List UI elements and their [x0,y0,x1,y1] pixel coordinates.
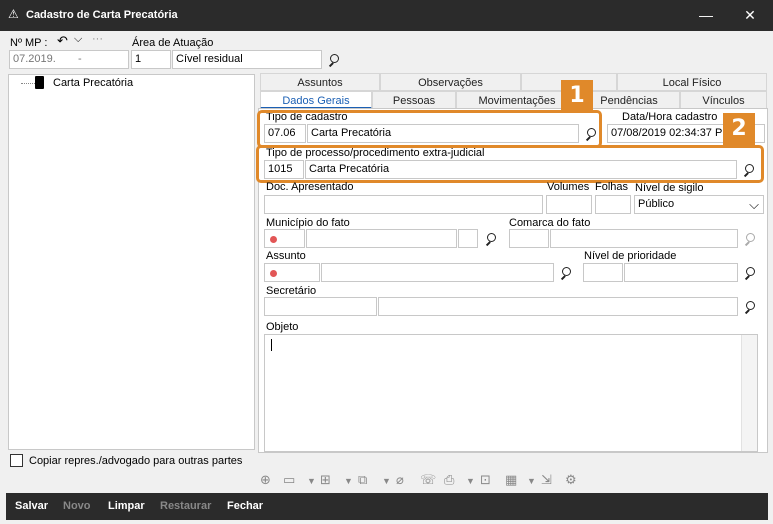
chevron-down-icon[interactable]: ▼ [307,476,316,486]
tab-assuntos[interactable]: Assuntos [260,73,380,91]
municipio-search-icon[interactable] [483,231,499,247]
comarca-name[interactable] [550,229,738,248]
mp-number-input[interactable]: 07.2019. - [9,50,129,69]
tree-structure-icon[interactable]: ⊞ [320,472,331,488]
printer-icon[interactable]: ⎙ [444,472,454,488]
secretario-name[interactable] [378,297,738,316]
tab-local-fisico[interactable]: Local Físico [617,73,767,91]
data-hora-label: Data/Hora cadastro [622,111,718,123]
volumes-label: Volumes [547,181,590,193]
municipio-label: Município do fato [266,217,350,229]
chevron-down-icon[interactable]: ⌵ [749,196,759,213]
required-dot [270,236,277,243]
badge-1: 1 [561,80,593,112]
chevron-down-icon[interactable]: ⌵ [74,33,82,46]
objeto-label: Objeto [266,321,299,333]
clear-button[interactable]: Limpar [108,500,145,512]
comarca-search-icon[interactable] [742,231,758,247]
required-dot [270,270,277,277]
assunto-label: Assunto [266,250,306,262]
new-button[interactable]: Novo [63,500,91,512]
copy-representante-checkbox[interactable] [10,454,23,467]
save-button[interactable]: Salvar [15,500,48,512]
chevron-down-icon[interactable]: ▼ [527,476,536,486]
badge-2: 2 [723,113,755,145]
tab-pessoas[interactable]: Pessoas [372,91,456,109]
tree-panel: Carta Precatória [8,74,255,450]
copy-icon[interactable]: ⧉ [358,472,367,488]
volumes-input[interactable] [546,195,592,214]
highlight-box-2 [256,145,764,183]
close-form-button[interactable]: Fechar [227,500,263,512]
prioridade-label: Nível de prioridade [584,250,677,262]
title-bar: ⚠ Cadastro de Carta Precatória — ✕ [0,0,773,31]
tab-dados-gerais[interactable]: Dados Gerais [260,91,372,109]
prioridade-search-icon[interactable] [742,265,758,281]
attachment-icon[interactable]: ⌀ [396,472,404,488]
area-label: Área de Atuação [132,37,214,49]
settings-icon[interactable]: ⚙ [565,472,577,488]
mp-dash: - [78,53,82,65]
mp-number-value: 07.2019. [13,53,56,65]
export-icon[interactable]: ⇲ [541,472,552,488]
app-icon: ⚠ [8,7,19,21]
tab-movimentacoes[interactable]: Movimentações [456,91,578,109]
sigilo-value: Público [638,198,675,210]
secretario-search-icon[interactable] [742,299,758,315]
window-title: Cadastro de Carta Precatória [26,9,178,21]
copy-representante-label: Copiar repres./advogado para outras part… [29,455,243,467]
text-cursor [271,339,272,351]
doc-apresentado-label: Doc. Apresentado [266,181,354,193]
tab-vinculos[interactable]: Vínculos [680,91,767,109]
area-name-input[interactable]: Cível residual [172,50,322,69]
chevron-down-icon[interactable]: ▼ [344,476,353,486]
phone-icon[interactable]: ☏ [420,472,436,488]
objeto-scrollbar[interactable] [741,335,757,451]
folder-icon[interactable]: ▭ [283,472,295,488]
action-bar: Salvar Novo Limpar Restaurar Fechar [6,493,768,520]
comarca-label: Comarca do fato [509,217,591,229]
folhas-input[interactable] [595,195,631,214]
lock-icon[interactable]: ⊡ [480,472,491,488]
secretario-label: Secretário [266,285,317,297]
prioridade-code[interactable] [583,263,623,282]
chevron-down-icon[interactable]: ▼ [382,476,391,486]
secretario-code[interactable] [264,297,377,316]
more-icon[interactable]: ··· [92,33,103,45]
folhas-label: Folhas [595,181,629,193]
area-search-icon[interactable] [326,52,342,68]
sigilo-select[interactable]: Público ⌵ [634,195,764,214]
add-document-icon[interactable]: ⊕ [260,472,271,488]
municipio-uf[interactable] [458,229,478,248]
sigilo-label: Nível de sigilo [635,182,704,194]
tab-observacoes[interactable]: Observações [380,73,521,91]
minimize-button[interactable]: — [684,0,728,31]
calendar-icon[interactable]: ▦ [505,472,517,488]
mp-label: Nº MP : [10,37,48,49]
chevron-down-icon[interactable]: ▼ [466,476,475,486]
doc-apresentado-input[interactable] [264,195,543,214]
highlight-box-1 [257,110,602,148]
document-icon [35,76,44,89]
undo-icon[interactable]: ↶ [57,33,68,49]
close-button[interactable]: ✕ [728,0,772,31]
tree-root-item[interactable]: Carta Precatória [53,77,133,89]
municipio-name[interactable] [306,229,457,248]
assunto-search-icon[interactable] [558,265,574,281]
objeto-textarea[interactable] [264,334,758,452]
area-code-input[interactable]: 1 [131,50,171,69]
prioridade-name[interactable] [624,263,738,282]
restore-button[interactable]: Restaurar [160,500,211,512]
tab-pendencias[interactable]: Pendências [578,91,680,109]
assunto-name[interactable] [321,263,554,282]
comarca-code[interactable] [509,229,549,248]
